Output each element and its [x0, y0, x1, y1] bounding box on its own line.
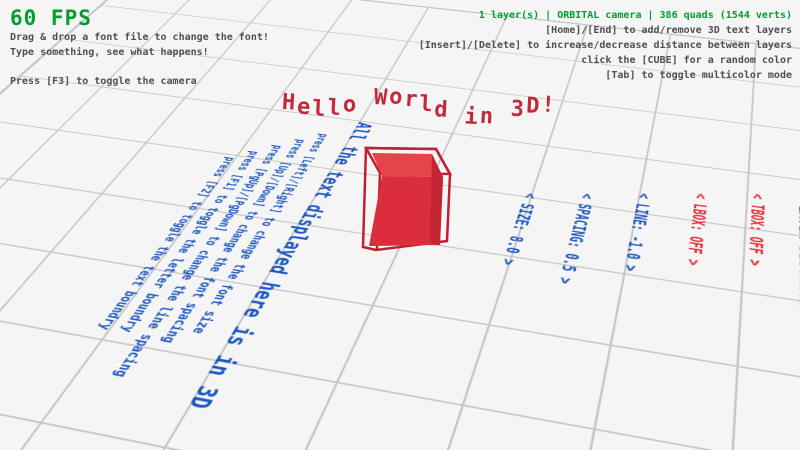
hint-press-f3: Press [F3] to toggle the camera — [10, 74, 269, 89]
hint-layer-distance: [Insert]/[Delete] to increase/decrease d… — [419, 38, 792, 53]
hud-right: 1 layer(s) | ORBITAL camera | 386 quads … — [419, 8, 792, 83]
hint-drag-drop: Drag & drop a font file to change the fo… — [10, 30, 269, 45]
hud-left: 60 FPS Drag & drop a font file to change… — [10, 6, 269, 89]
status-line: 1 layer(s) | ORBITAL camera | 386 quads … — [419, 8, 792, 23]
fps-counter: 60 FPS — [10, 6, 269, 30]
hint-cube-color: click the [CUBE] for a random color — [419, 53, 792, 68]
app-window: All the text displayed here is in 3Dpres… — [0, 0, 800, 450]
hint-multicolor: [Tab] to toggle multicolor mode — [419, 68, 792, 83]
hint-type-something: Type something, see what happens! — [10, 45, 269, 60]
hint-layers: [Home]/[End] to add/remove 3D text layer… — [419, 23, 792, 38]
